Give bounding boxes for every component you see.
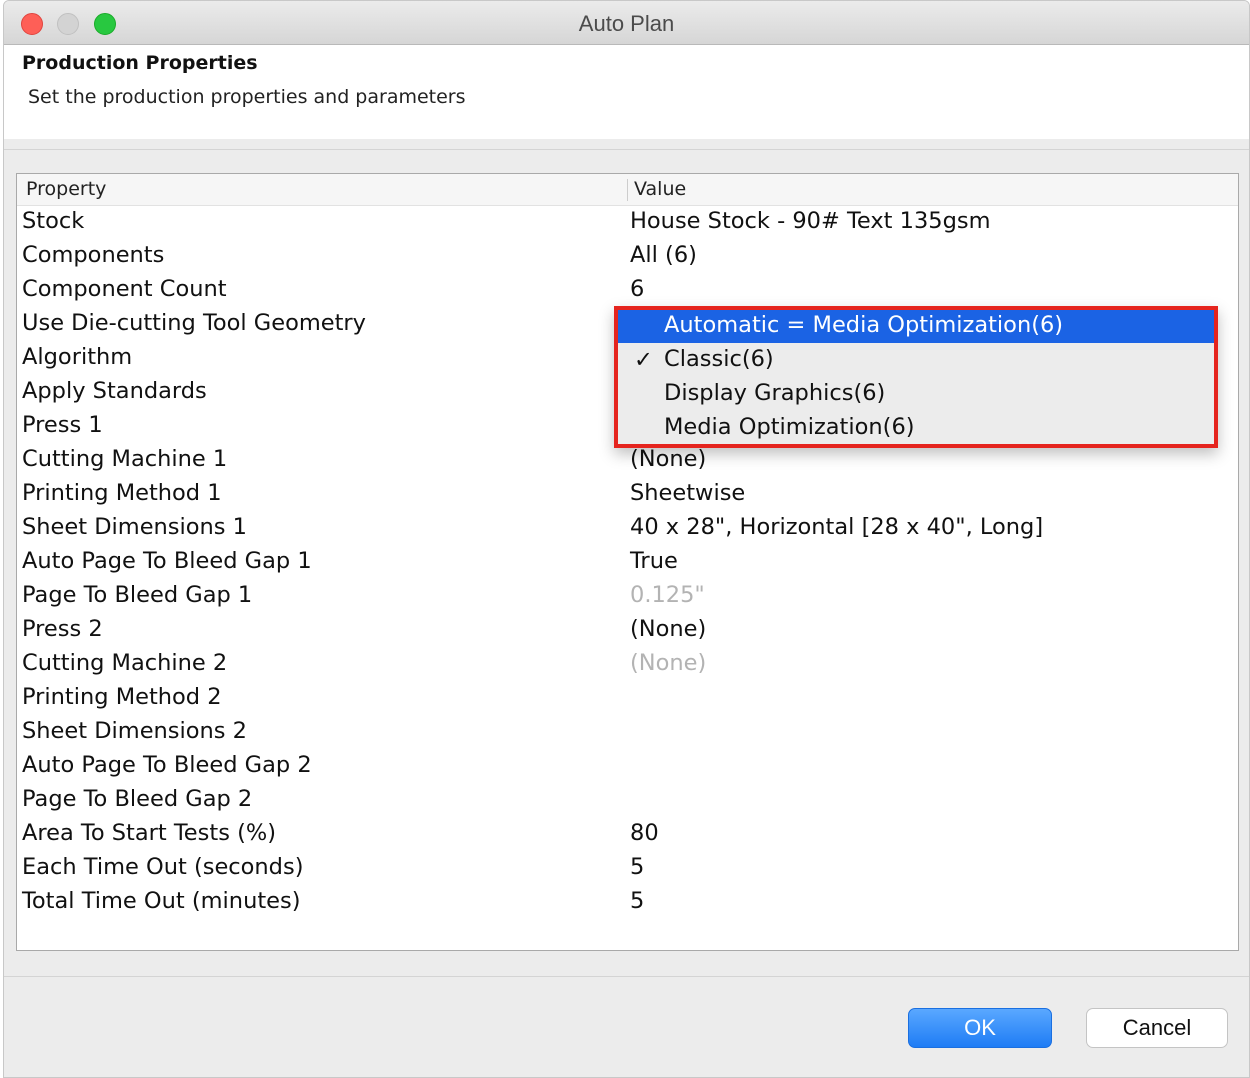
property-name: Press 1: [22, 412, 103, 438]
property-value[interactable]: 40 x 28", Horizontal [28 x 40", Long]: [630, 514, 1043, 540]
header-divider: [4, 149, 1249, 150]
property-name: Printing Method 2: [22, 684, 222, 710]
property-name: Sheet Dimensions 1: [22, 514, 247, 540]
table-row[interactable]: Auto Page To Bleed Gap 2: [17, 750, 1238, 784]
property-name: Each Time Out (seconds): [22, 854, 304, 880]
property-value[interactable]: (None): [630, 650, 706, 676]
table-row[interactable]: Page To Bleed Gap 1 0.125": [17, 580, 1238, 614]
property-value[interactable]: 5: [630, 854, 644, 880]
property-name: Sheet Dimensions 2: [22, 718, 247, 744]
property-name: Total Time Out (minutes): [22, 888, 301, 914]
property-value[interactable]: 0.125": [630, 582, 705, 608]
checkmark-icon: ✓: [634, 347, 653, 373]
table-row[interactable]: Cutting Machine 2 (None): [17, 648, 1238, 682]
table-row[interactable]: Sheet Dimensions 1 40 x 28", Horizontal […: [17, 512, 1238, 546]
header-subtitle: Set the production properties and parame…: [28, 86, 466, 108]
property-value[interactable]: House Stock - 90# Text 135gsm: [630, 208, 991, 234]
header-title: Production Properties: [22, 52, 258, 74]
algorithm-dropdown-menu: Automatic = Media Optimization(6) ✓ Classi…: [614, 306, 1218, 448]
dialog-header: Production Properties Set the production…: [4, 45, 1249, 139]
property-value[interactable]: 5: [630, 888, 644, 914]
property-value[interactable]: Sheetwise: [630, 480, 745, 506]
property-name: Page To Bleed Gap 1: [22, 582, 253, 608]
window-title: Auto Plan: [578, 11, 675, 36]
property-name: Press 2: [22, 616, 103, 642]
property-name: Components: [22, 242, 165, 268]
ok-button[interactable]: OK: [908, 1008, 1052, 1048]
property-name: Area To Start Tests (%): [22, 820, 277, 846]
dropdown-option-label: Display Graphics(6): [664, 380, 886, 406]
table-row[interactable]: Total Time Out (minutes) 5: [17, 886, 1238, 920]
title-bar: Auto Plan: [4, 1, 1249, 45]
column-header-property[interactable]: Property: [26, 178, 106, 200]
table-row[interactable]: Area To Start Tests (%) 80: [17, 818, 1238, 852]
table-row[interactable]: Components All (6): [17, 240, 1238, 274]
table-row[interactable]: Component Count 6: [17, 274, 1238, 308]
dropdown-option-label: Automatic = Media Optimization(6): [664, 312, 1064, 338]
property-value[interactable]: 80: [630, 820, 659, 846]
property-name: Use Die-cutting Tool Geometry: [22, 310, 366, 336]
table-header: Property Value: [17, 174, 1238, 206]
property-name: Stock: [22, 208, 85, 234]
table-row[interactable]: Sheet Dimensions 2: [17, 716, 1238, 750]
property-name: Cutting Machine 2: [22, 650, 228, 676]
property-value[interactable]: 6: [630, 276, 644, 302]
property-value[interactable]: (None): [630, 616, 706, 642]
cancel-button[interactable]: Cancel: [1086, 1008, 1228, 1048]
properties-table: Property Value Stock House Stock - 90# Te…: [16, 173, 1239, 951]
table-row[interactable]: Press 2 (None): [17, 614, 1238, 648]
dropdown-option[interactable]: Media Optimization(6): [618, 412, 1214, 445]
property-name: Algorithm: [22, 344, 133, 370]
property-name: Page To Bleed Gap 2: [22, 786, 253, 812]
property-name: Printing Method 1: [22, 480, 222, 506]
property-value[interactable]: True: [630, 548, 678, 574]
property-value[interactable]: (None): [630, 446, 706, 472]
table-row[interactable]: Auto Page To Bleed Gap 1 True: [17, 546, 1238, 580]
dropdown-option-label: Classic(6): [664, 346, 774, 372]
dropdown-option-label: Media Optimization(6): [664, 414, 915, 440]
dropdown-option[interactable]: ✓ Classic(6): [618, 344, 1214, 377]
property-name: Cutting Machine 1: [22, 446, 228, 472]
property-value[interactable]: All (6): [630, 242, 697, 268]
table-row[interactable]: Each Time Out (seconds) 5: [17, 852, 1238, 886]
table-row[interactable]: Cutting Machine 1 (None): [17, 444, 1238, 478]
table-row[interactable]: Printing Method 1 Sheetwise: [17, 478, 1238, 512]
property-name: Apply Standards: [22, 378, 207, 404]
column-divider[interactable]: [627, 179, 628, 201]
property-name: Auto Page To Bleed Gap 1: [22, 548, 312, 574]
property-name: Auto Page To Bleed Gap 2: [22, 752, 312, 778]
footer-divider: [4, 976, 1249, 977]
table-row[interactable]: Printing Method 2: [17, 682, 1238, 716]
dropdown-option[interactable]: Automatic = Media Optimization(6): [618, 310, 1214, 343]
property-name: Component Count: [22, 276, 227, 302]
column-header-value[interactable]: Value: [634, 178, 686, 200]
table-row[interactable]: Stock House Stock - 90# Text 135gsm: [17, 206, 1238, 240]
table-row[interactable]: Page To Bleed Gap 2: [17, 784, 1238, 818]
auto-plan-dialog: Auto Plan Production Properties Set the …: [3, 0, 1250, 1078]
dropdown-option[interactable]: Display Graphics(6): [618, 378, 1214, 411]
